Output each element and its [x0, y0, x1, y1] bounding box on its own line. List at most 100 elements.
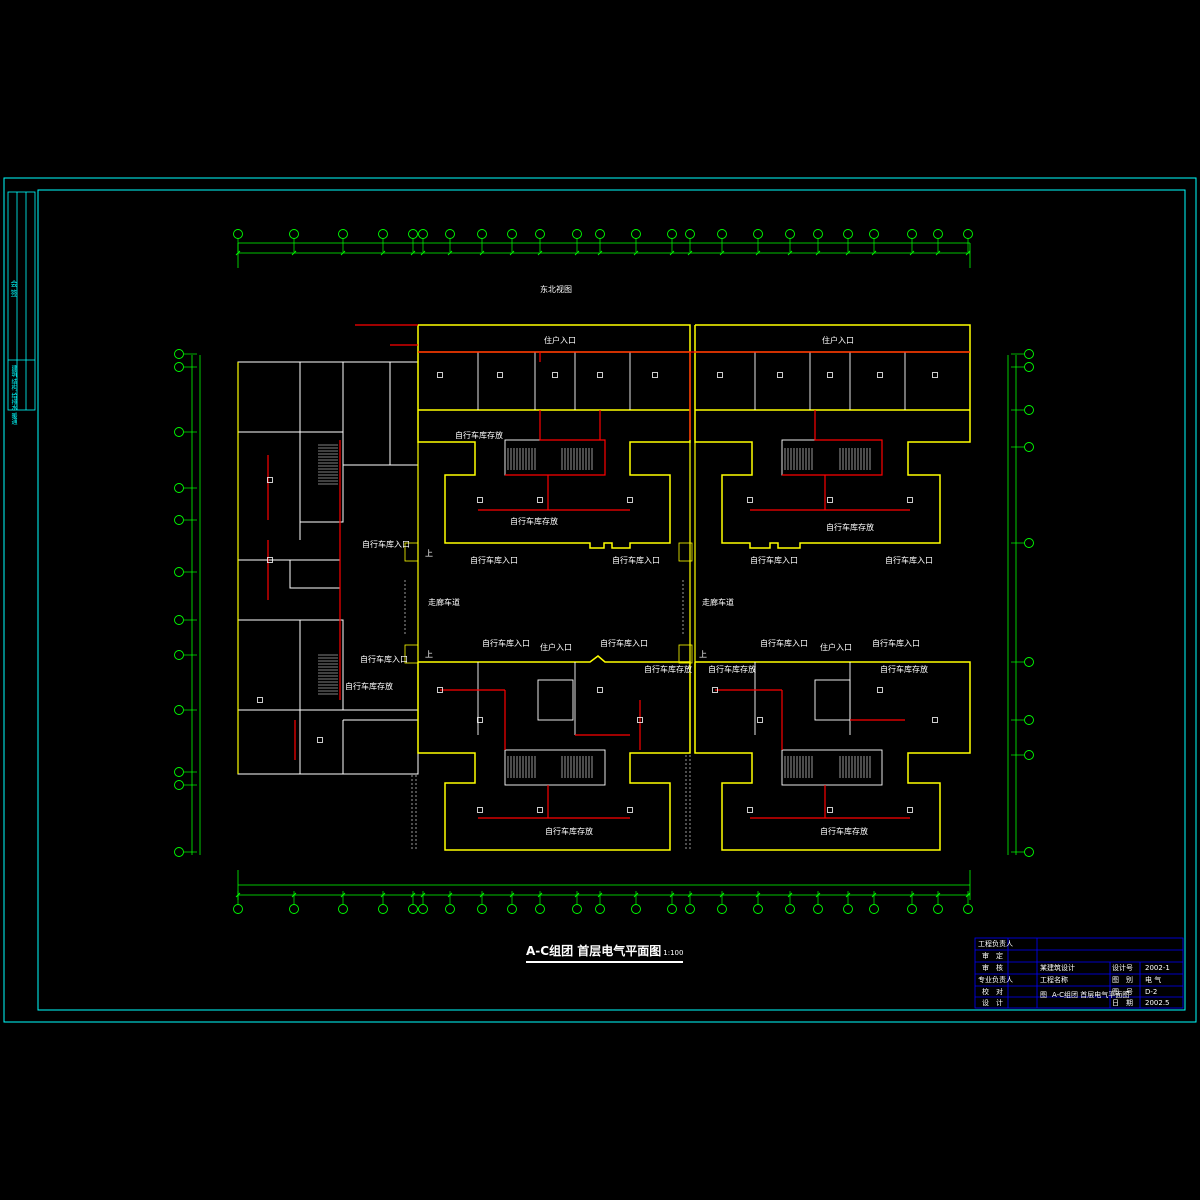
axis-bubble — [507, 904, 517, 914]
fixture-box — [317, 737, 323, 743]
bike-entrance-label-6: 自行车库入口 — [360, 655, 408, 664]
block-top-right — [694, 324, 971, 549]
axis-bubbles-bottom — [233, 891, 973, 914]
tb-value-3: 工程名称 — [1040, 976, 1068, 984]
axis-bubble — [963, 904, 973, 914]
entrance-label-4: 住户入口 — [820, 643, 852, 652]
axis-bubble — [174, 567, 184, 577]
axis-bubble — [907, 904, 917, 914]
axis-bubble — [869, 904, 879, 914]
tb-role-2: 审 核 — [982, 964, 1003, 972]
fixture-box — [827, 372, 833, 378]
fixture-box — [477, 807, 483, 813]
bike-storage-label-2: 自行车库存放 — [510, 517, 558, 526]
axis-bubble — [174, 767, 184, 777]
fixture-box — [757, 717, 763, 723]
fixture-box — [932, 717, 938, 723]
axis-bubble — [869, 229, 879, 239]
dimension-bottom — [237, 870, 971, 900]
axis-bubble — [174, 483, 184, 493]
axis-bubble — [717, 904, 727, 914]
bike-storage-label-4: 自行车库存放 — [644, 665, 692, 674]
axis-bubble — [174, 847, 184, 857]
axis-bubble — [174, 427, 184, 437]
axis-bubble — [418, 229, 428, 239]
bike-entrance-label-4: 自行车库入口 — [885, 556, 933, 565]
axis-bubble — [667, 229, 677, 239]
axis-bubble — [233, 229, 243, 239]
bike-storage-label-6: 自行车库存放 — [880, 665, 928, 674]
tb-role-4: 校 对 — [982, 988, 1003, 996]
dimension-right — [1007, 355, 1017, 855]
left-wing-walls — [237, 361, 419, 775]
fixture-box — [907, 807, 913, 813]
axis-bubble — [174, 615, 184, 625]
fixture-box — [877, 372, 883, 378]
bike-entrance-label-7: 自行车库入口 — [482, 639, 530, 648]
bike-entrance-label-2: 自行车库入口 — [612, 556, 660, 565]
wiring — [267, 324, 970, 819]
axis-bubble — [1024, 362, 1034, 372]
up-label-3: 上 — [699, 650, 707, 659]
axis-bubble — [1024, 538, 1034, 548]
fixture-box — [477, 497, 483, 503]
corridor-label-1: 走廊车道 — [428, 598, 460, 607]
axis-bubble — [535, 229, 545, 239]
drawing-title-text: A-C组团 首层电气平面图 — [526, 944, 662, 958]
tb-code-5: 2002.5 — [1145, 999, 1170, 1007]
fixture-box — [627, 807, 633, 813]
fixture-box — [907, 497, 913, 503]
entrance-label-1: 住户入口 — [544, 336, 576, 345]
axis-bubble — [338, 229, 348, 239]
axis-bubble — [843, 904, 853, 914]
drawing-scale: 1:100 — [663, 949, 684, 957]
left-wing-outline — [237, 362, 696, 774]
axis-bubble — [572, 229, 582, 239]
inner-partitions — [477, 352, 906, 786]
axis-bubble — [174, 515, 184, 525]
axis-bubble — [595, 904, 605, 914]
axis-bubble — [785, 904, 795, 914]
axis-bubble — [685, 229, 695, 239]
up-label-2: 上 — [425, 650, 433, 659]
axis-bubble — [378, 229, 388, 239]
axis-bubble — [445, 229, 455, 239]
axis-bubble — [631, 229, 641, 239]
axis-bubble — [813, 229, 823, 239]
fixture-box — [717, 372, 723, 378]
fixture-box — [827, 497, 833, 503]
axis-bubble — [445, 904, 455, 914]
axis-bubble — [572, 904, 582, 914]
axis-bubble — [418, 904, 428, 914]
axis-bubble — [289, 904, 299, 914]
tb-value-2: 某建筑设计 — [1040, 964, 1075, 972]
tb-role-5: 设 计 — [982, 999, 1003, 1007]
bike-entrance-label-9: 自行车库入口 — [760, 639, 808, 648]
axis-bubbles-right — [1011, 349, 1034, 857]
dimension-left — [191, 355, 201, 855]
bike-entrance-label-3: 自行车库入口 — [750, 556, 798, 565]
axis-bubble — [907, 229, 917, 239]
tb-code-3: 电 气 — [1145, 976, 1162, 984]
axis-bubble — [174, 705, 184, 715]
axis-bubble — [933, 229, 943, 239]
fixture-box — [537, 497, 543, 503]
axis-bubble — [717, 229, 727, 239]
axis-bubble — [631, 904, 641, 914]
tb-prefix: 图 — [1040, 991, 1047, 999]
axis-bubble — [933, 904, 943, 914]
tb-code-label-5: 日 期 — [1112, 999, 1133, 1007]
fixture-box — [437, 372, 443, 378]
axis-bubble — [785, 229, 795, 239]
axis-bubble — [1024, 715, 1034, 725]
axis-bubble — [813, 904, 823, 914]
axis-bubble — [174, 780, 184, 790]
axis-bubble — [753, 904, 763, 914]
floor-plan-canvas — [3, 177, 1197, 1023]
tb-code-label-3: 图 别 — [1112, 976, 1133, 984]
bike-entrance-label-5: 自行车库入口 — [362, 540, 410, 549]
bike-storage-label-5: 自行车库存放 — [708, 665, 756, 674]
corridor-label-2: 走廊车道 — [702, 598, 734, 607]
fixture-box — [877, 687, 883, 693]
axis-bubble — [685, 904, 695, 914]
